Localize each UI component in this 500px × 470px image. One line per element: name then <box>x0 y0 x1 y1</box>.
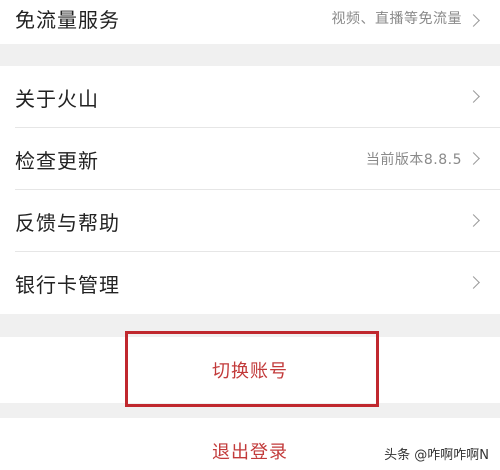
menu-item-label: 反馈与帮助 <box>15 210 120 235</box>
settings-group-services: 免流量服务 视频、直播等免流量 <box>0 0 500 44</box>
menu-item-feedback-help[interactable]: 反馈与帮助 <box>0 190 500 252</box>
chevron-right-icon <box>467 276 480 289</box>
menu-item-value: 视频、直播等免流量 <box>331 11 462 27</box>
menu-item-free-data-service[interactable]: 免流量服务 视频、直播等免流量 <box>0 0 500 44</box>
menu-item-label: 免流量服务 <box>15 8 120 32</box>
menu-item-about[interactable]: 关于火山 <box>0 66 500 128</box>
chevron-right-icon <box>467 14 480 27</box>
highlight-annotation-box <box>125 331 379 407</box>
chevron-right-icon <box>467 214 480 227</box>
chevron-right-icon <box>467 152 480 165</box>
chevron-right-icon <box>467 90 480 103</box>
settings-group-general: 关于火山 检查更新 当前版本8.8.5 反馈与帮助 银行卡管理 <box>0 66 500 314</box>
menu-item-label: 检查更新 <box>15 148 99 173</box>
menu-item-label: 银行卡管理 <box>15 272 120 297</box>
menu-item-value: 当前版本8.8.5 <box>365 152 462 168</box>
watermark: 头条 @咋啊咋啊N <box>381 443 492 464</box>
menu-item-label: 关于火山 <box>15 86 99 111</box>
menu-item-bank-card[interactable]: 银行卡管理 <box>0 252 500 314</box>
menu-item-check-update[interactable]: 检查更新 当前版本8.8.5 <box>0 128 500 190</box>
